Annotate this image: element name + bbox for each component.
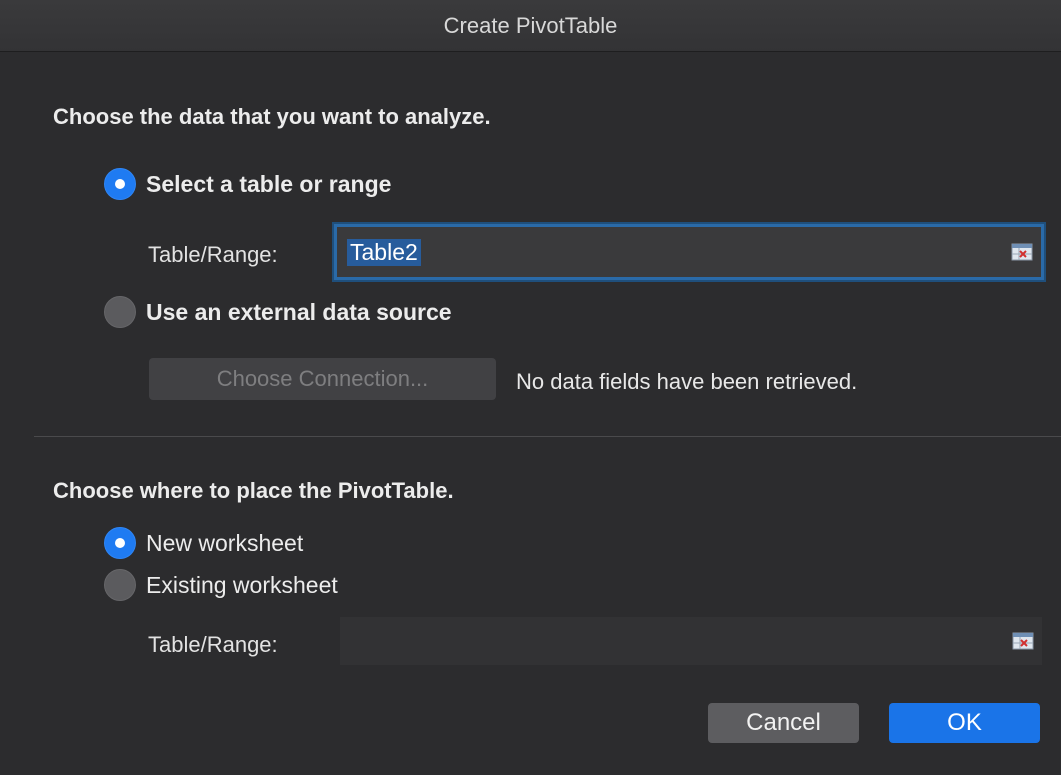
radio-external-source-label: Use an external data source: [146, 298, 452, 325]
collapse-dialog-icon[interactable]: [1011, 242, 1033, 262]
radio-selected-icon[interactable]: [104, 527, 136, 559]
radio-select-table-range[interactable]: Select a table or range: [104, 168, 391, 200]
ok-button[interactable]: OK: [889, 703, 1040, 743]
source-section-heading: Choose the data that you want to analyze…: [53, 104, 491, 129]
placement-table-range-input[interactable]: [340, 617, 1042, 665]
source-table-range-input[interactable]: Table2: [334, 224, 1044, 280]
radio-existing-worksheet-label: Existing worksheet: [146, 571, 338, 598]
placement-table-range-label: Table/Range:: [148, 632, 278, 657]
choose-connection-button[interactable]: Choose Connection...: [149, 358, 496, 400]
radio-unselected-icon[interactable]: [104, 569, 136, 601]
section-divider: [34, 436, 1061, 437]
radio-selected-icon[interactable]: [104, 168, 136, 200]
placement-section-heading: Choose where to place the PivotTable.: [53, 478, 454, 503]
source-table-range-value[interactable]: Table2: [347, 238, 421, 266]
source-table-range-label: Table/Range:: [148, 242, 278, 267]
radio-select-table-range-label: Select a table or range: [146, 170, 392, 197]
collapse-dialog-icon[interactable]: [1012, 631, 1034, 651]
radio-existing-worksheet[interactable]: Existing worksheet: [104, 569, 338, 601]
create-pivottable-dialog: Create PivotTable Choose the data that y…: [0, 0, 1061, 775]
radio-external-source[interactable]: Use an external data source: [104, 296, 452, 328]
cancel-button[interactable]: Cancel: [708, 703, 859, 743]
radio-unselected-icon[interactable]: [104, 296, 136, 328]
radio-new-worksheet-label: New worksheet: [146, 529, 304, 556]
radio-new-worksheet[interactable]: New worksheet: [104, 527, 303, 559]
connection-status-text: No data fields have been retrieved.: [516, 369, 858, 394]
dialog-title: Create PivotTable: [0, 0, 1061, 52]
